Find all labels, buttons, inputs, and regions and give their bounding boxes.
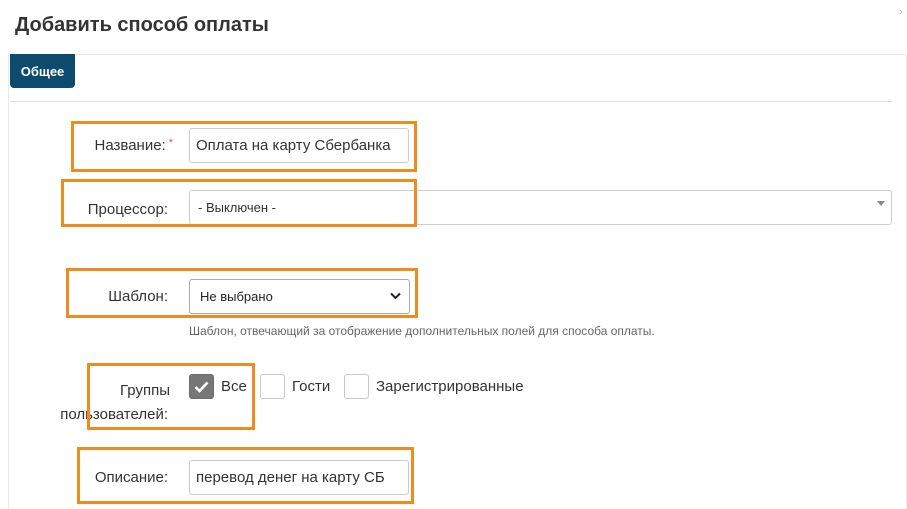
checkbox-guests[interactable] xyxy=(260,374,285,399)
checkbox-registered-label[interactable]: Зарегистрированные xyxy=(376,378,524,395)
highlight-box-name xyxy=(71,121,417,172)
template-help-text: Шаблон, отвечающий за отображение дополн… xyxy=(189,324,655,338)
checkbox-registered[interactable] xyxy=(344,374,369,399)
highlight-box-template xyxy=(66,268,418,318)
dialog-title: Добавить способ оплаты xyxy=(15,14,269,36)
tab-general[interactable]: Общее xyxy=(10,54,75,88)
highlight-box-description xyxy=(77,447,414,504)
chevron-right-icon[interactable]: › xyxy=(899,6,903,18)
checkbox-guests-label[interactable]: Гости xyxy=(292,378,330,395)
dropdown-triangle-icon xyxy=(877,201,885,206)
highlight-box-groups xyxy=(87,363,255,430)
highlight-box-processor xyxy=(61,179,417,227)
tab-divider xyxy=(10,101,892,102)
